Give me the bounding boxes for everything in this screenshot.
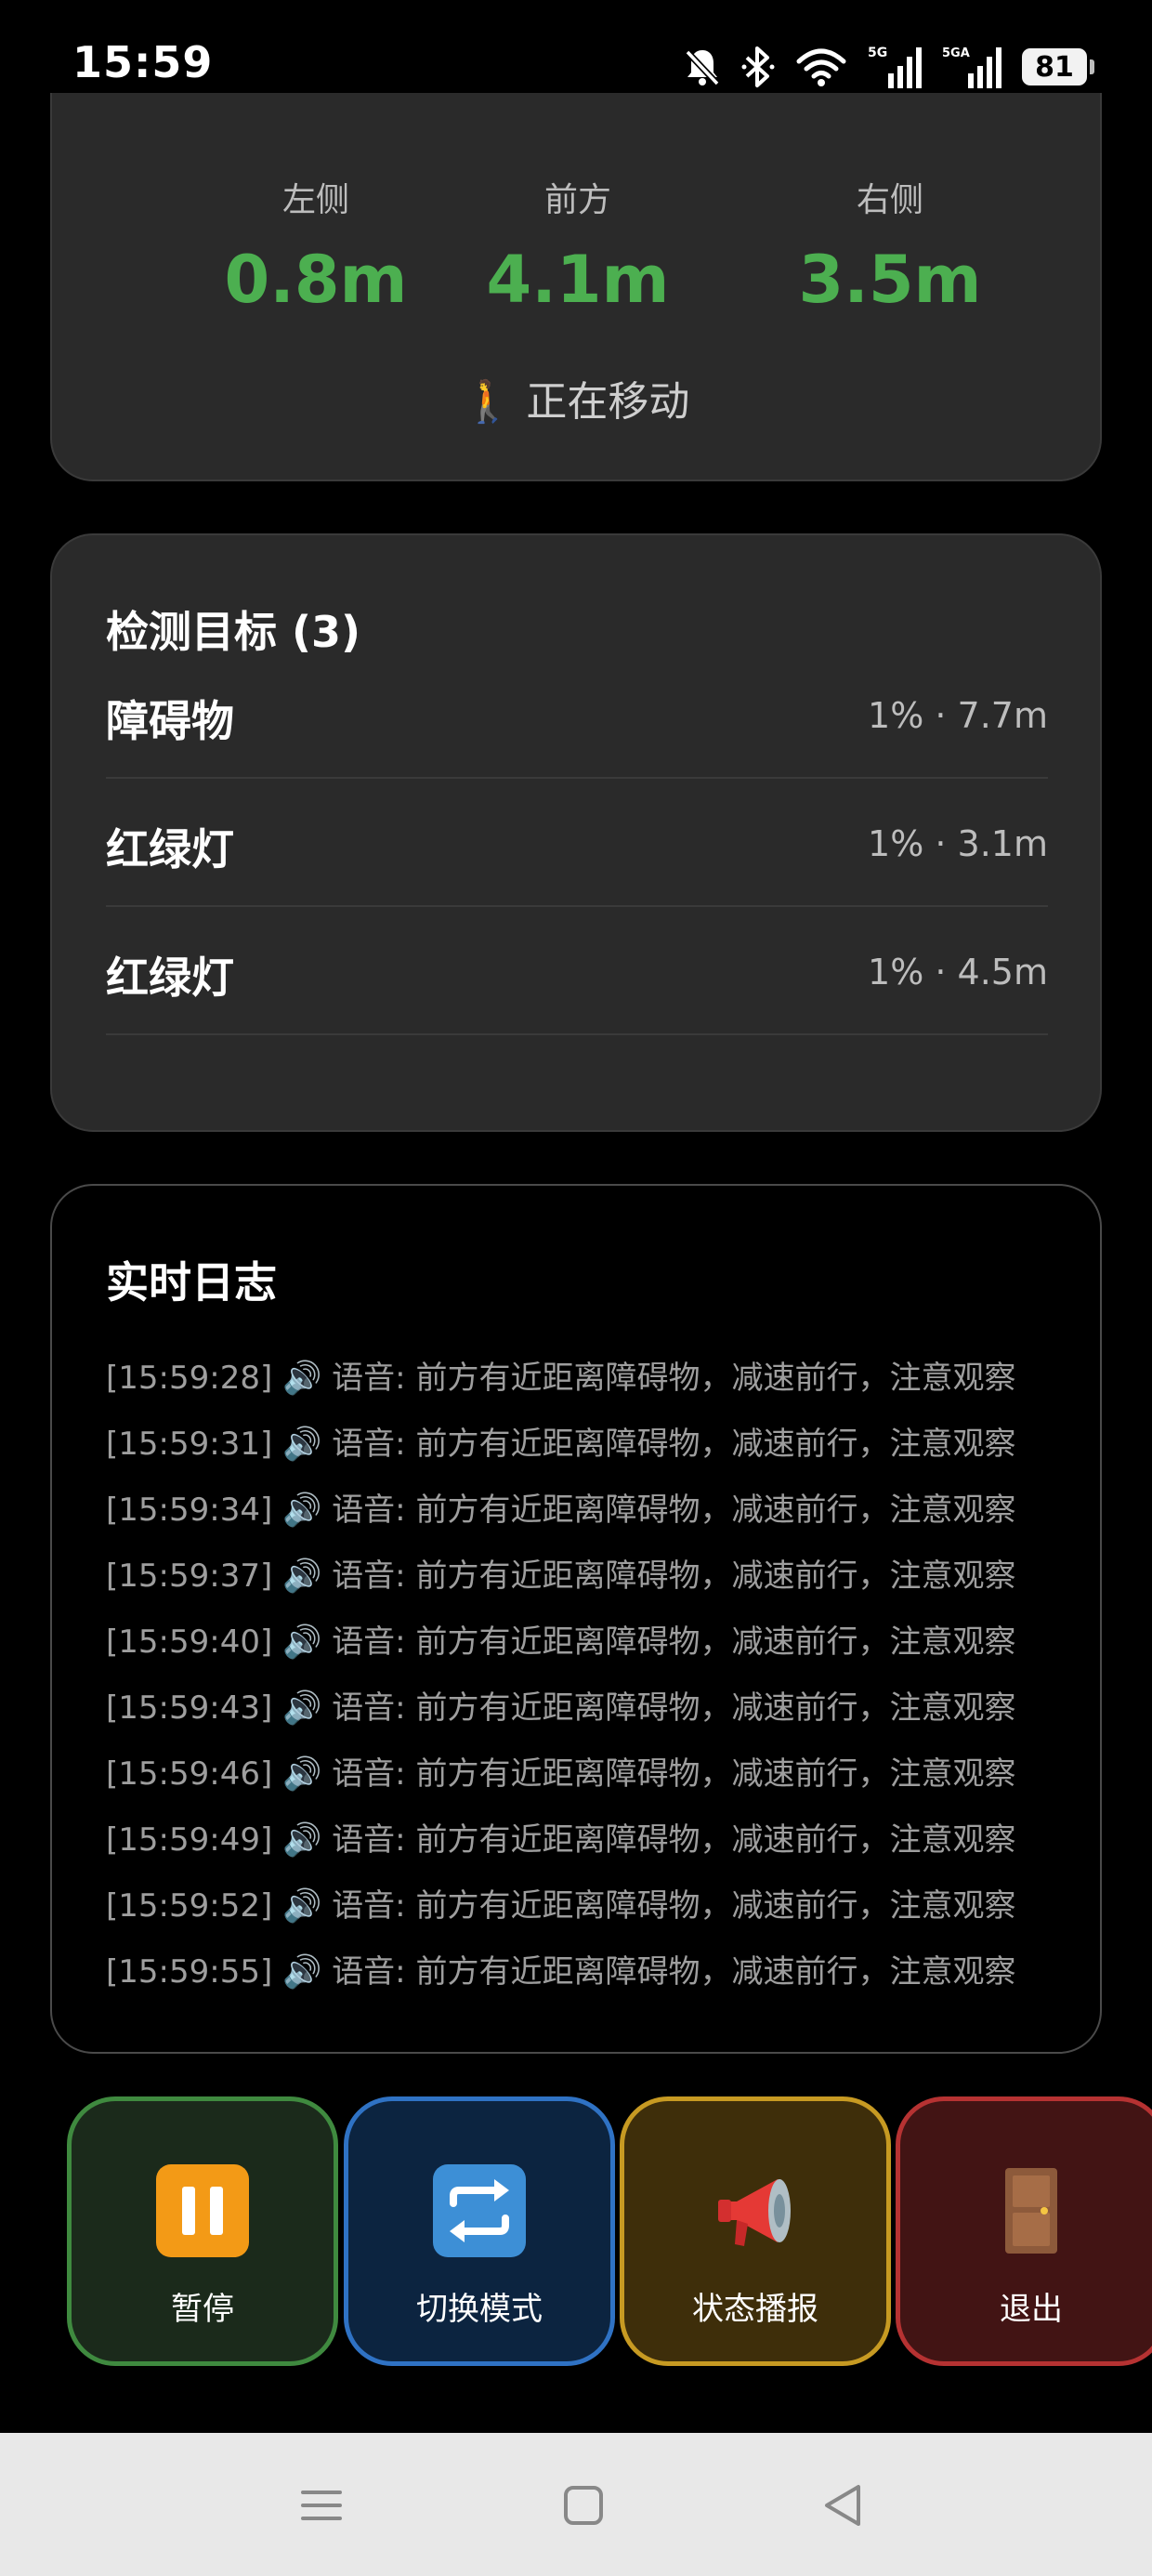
log-line: [15:59:37] 🔊 语音: 前方有近距离障碍物，减速前行，注意观察	[106, 1557, 1016, 1595]
home-nav-button[interactable]	[546, 2470, 621, 2541]
pause-button[interactable]: 暂停	[67, 2096, 338, 2366]
exit-button[interactable]: 退出	[896, 2096, 1152, 2366]
megaphone-icon	[709, 2164, 802, 2257]
distance-front: 前方 4.1m	[439, 173, 717, 318]
target-name: 红绿灯	[106, 824, 234, 874]
distance-front-value: 4.1m	[486, 242, 670, 318]
status-icons: 5G 5GA 81	[684, 41, 1094, 93]
distance-left: 左侧 0.8m	[177, 173, 455, 318]
bell-muted-icon	[684, 46, 721, 87]
distance-card: 左侧 0.8m 前方 4.1m 右侧 3.5m 🚶 正在移动	[50, 93, 1102, 481]
target-row: 红绿灯 1% · 3.1m	[106, 779, 1048, 907]
log-line: [15:59:43] 🔊 语音: 前方有近距离障碍物，减速前行，注意观察	[106, 1689, 1016, 1727]
target-row: 红绿灯 1% · 4.5m	[106, 907, 1048, 1035]
log-line: [15:59:34] 🔊 语音: 前方有近距离障碍物，减速前行，注意观察	[106, 1492, 1016, 1529]
switch-mode-button[interactable]: 切换模式	[344, 2096, 615, 2366]
target-name: 红绿灯	[106, 953, 234, 1003]
status-report-label: 状态播报	[692, 2291, 818, 2328]
distance-right-label: 右侧	[856, 181, 923, 219]
exit-label: 退出	[1000, 2291, 1063, 2328]
log-line: [15:59:31] 🔊 语音: 前方有近距离障碍物，减速前行，注意观察	[106, 1426, 1016, 1463]
switch-mode-label: 切换模式	[416, 2291, 543, 2328]
realtime-log-card[interactable]: 实时日志 [15:59:28] 🔊 语音: 前方有近距离障碍物，减速前行，注意观…	[50, 1184, 1102, 2054]
repeat-arrows-icon	[433, 2164, 526, 2257]
distance-right: 右侧 3.5m	[751, 173, 1029, 318]
distance-front-label: 前方	[543, 181, 611, 219]
target-meta: 1% · 4.5m	[868, 952, 1048, 992]
navigation-bar	[0, 2433, 1152, 2576]
pause-label: 暂停	[171, 2291, 234, 2328]
log-line: [15:59:40] 🔊 语音: 前方有近距离障碍物，减速前行，注意观察	[106, 1623, 1016, 1661]
wifi-icon	[795, 46, 847, 87]
status-report-button[interactable]: 状态播报	[620, 2096, 891, 2366]
target-name: 障碍物	[106, 696, 234, 746]
distance-left-label: 左侧	[281, 181, 349, 219]
home-square-icon	[546, 2486, 621, 2544]
bluetooth-icon	[741, 45, 775, 89]
target-meta: 1% · 7.7m	[868, 695, 1048, 736]
realtime-log-title: 实时日志	[106, 1257, 277, 1308]
log-line: [15:59:46] 🔊 语音: 前方有近距离障碍物，减速前行，注意观察	[106, 1755, 1016, 1793]
menu-nav-button[interactable]	[284, 2470, 359, 2541]
log-line: [15:59:49] 🔊 语音: 前方有近距离障碍物，减速前行，注意观察	[106, 1821, 1016, 1859]
target-row: 障碍物 1% · 7.7m	[106, 651, 1048, 779]
moving-status: 🚶 正在移动	[52, 368, 1100, 427]
target-meta: 1% · 3.1m	[868, 823, 1048, 864]
detected-targets-card: 检测目标 (3) 障碍物 1% · 7.7m 红绿灯 1% · 3.1m 红绿灯…	[50, 533, 1102, 1132]
door-icon	[985, 2164, 1078, 2257]
walking-person-icon: 🚶	[462, 378, 514, 426]
svg-text:5G: 5G	[868, 46, 887, 60]
log-list[interactable]: [15:59:28] 🔊 语音: 前方有近距离障碍物，减速前行，注意观察 [15…	[106, 1346, 1072, 2005]
log-line: [15:59:28] 🔊 语音: 前方有近距离障碍物，减速前行，注意观察	[106, 1360, 1016, 1397]
moving-status-text: 正在移动	[526, 378, 690, 426]
signal-5g-icon: 5G	[868, 44, 922, 90]
status-time: 15:59	[72, 37, 214, 87]
log-line: [15:59:55] 🔊 语音: 前方有近距离障碍物，减速前行，注意观察	[106, 1953, 1016, 1991]
distance-right-value: 3.5m	[798, 242, 982, 318]
back-triangle-icon	[806, 2485, 881, 2544]
menu-icon	[284, 2491, 359, 2544]
pause-icon	[156, 2164, 249, 2257]
back-nav-button[interactable]	[806, 2470, 881, 2541]
signal-5ga-icon: 5GA	[942, 44, 1001, 90]
distance-left-value: 0.8m	[224, 242, 408, 318]
battery-indicator: 81	[1022, 48, 1094, 85]
log-line: [15:59:52] 🔊 语音: 前方有近距离障碍物，减速前行，注意观察	[106, 1887, 1016, 1925]
svg-text:5GA: 5GA	[942, 46, 970, 60]
